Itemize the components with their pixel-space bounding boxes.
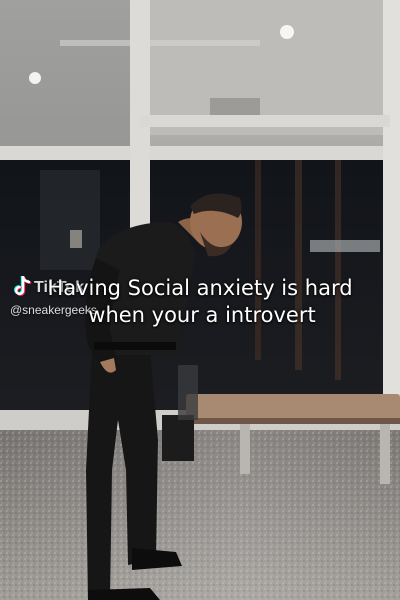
upper-window-left	[0, 0, 130, 150]
wooden-bench	[186, 394, 400, 420]
floor-speaker	[162, 415, 194, 461]
ceiling-light	[29, 72, 41, 84]
video-frame: TikTok @sneakergeeks Having Social anxie…	[0, 0, 400, 600]
window-frame	[0, 146, 400, 160]
scene-photo	[0, 0, 400, 600]
caption-line-1: Having Social anxiety is hard	[47, 276, 353, 300]
ceiling-light	[280, 25, 294, 39]
caption-line-2: when your a introvert	[88, 303, 316, 327]
window-frame	[383, 0, 400, 450]
upper-window-right	[150, 0, 385, 135]
